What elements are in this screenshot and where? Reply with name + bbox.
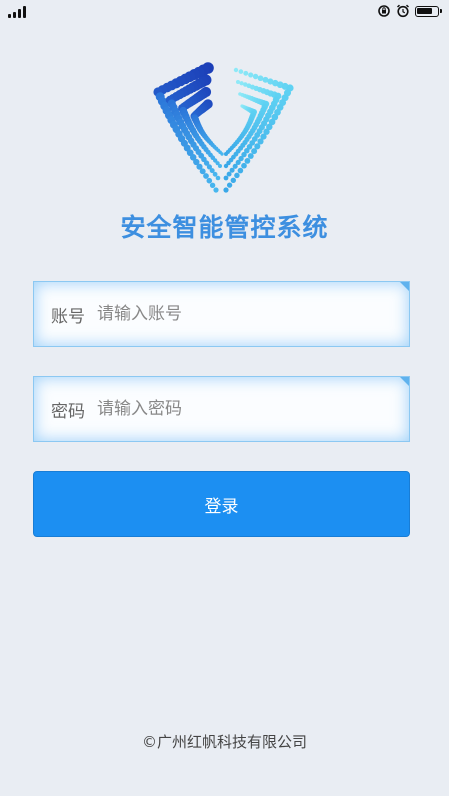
- login-button[interactable]: 登录: [33, 471, 410, 537]
- rotation-lock-icon: [378, 5, 390, 17]
- password-label: 密码: [51, 401, 85, 422]
- account-input[interactable]: [97, 304, 347, 324]
- password-field[interactable]: 密码: [33, 376, 410, 442]
- app-title: 安全智能管控系统: [120, 213, 329, 242]
- signal-icon: [8, 6, 26, 18]
- status-bar: [0, 0, 449, 24]
- account-label: 账号: [51, 306, 85, 327]
- account-field[interactable]: 账号: [33, 281, 410, 347]
- status-icons: [377, 4, 442, 18]
- copyright-text: ©广州红帆科技有限公司: [141, 733, 307, 751]
- alarm-icon: [396, 4, 410, 18]
- shield-logo: [153, 62, 294, 193]
- battery-icon: [415, 5, 442, 17]
- password-input[interactable]: [97, 399, 347, 419]
